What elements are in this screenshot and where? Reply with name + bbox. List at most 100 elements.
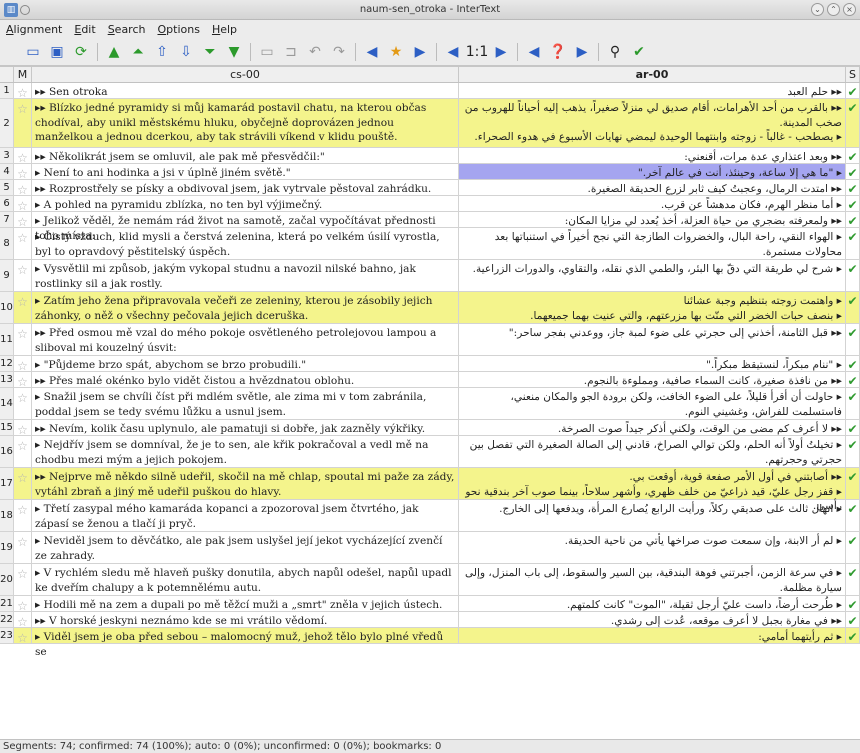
- table-row[interactable]: 5 ☆ ▸▸ Rozprostřely se písky a obdivoval j…: [0, 180, 860, 197]
- cs-cell[interactable]: ▸ Viděl jsem je oba před sebou – malomoc…: [32, 628, 459, 658]
- ar-cell[interactable]: ▸▸ أصابتني في أول الأمر صفعة قوية، أوقعت…: [459, 468, 846, 512]
- table-row[interactable]: 21 ☆ ▸ Hodili mě na zem a dupali po mě těž…: [0, 596, 860, 613]
- bookmark-star-icon[interactable]: ☆: [14, 596, 32, 613]
- cs-cell[interactable]: ▸ Čistý vzduch, klid mysli a čerstvá zel…: [32, 228, 459, 259]
- bookmark-star-icon[interactable]: ☆: [14, 564, 32, 595]
- shift-up-icon[interactable]: ⇧: [151, 41, 173, 63]
- confirmed-check-icon[interactable]: ✔: [846, 180, 860, 196]
- ar-cell[interactable]: ▸ أما منظر الهرم، فكان مدهشاً عن قرب.: [459, 196, 846, 211]
- cs-cell[interactable]: ▸ Nejdřív jsem se domníval, že je to sen…: [32, 436, 459, 467]
- edit-text-icon[interactable]: ▭: [256, 41, 278, 63]
- ar-cell[interactable]: ▸ طُرحت أرضاً، داست عليّ أرجل ثقيلة، "ال…: [459, 596, 846, 611]
- bookmark-star-icon[interactable]: ★: [385, 41, 407, 63]
- column-cs-header[interactable]: cs-00: [32, 67, 459, 82]
- confirmed-check-icon[interactable]: ✔: [846, 148, 860, 164]
- table-row[interactable]: 7 ☆ ▸ Jelikož věděl, že nemám rád život na…: [0, 212, 860, 242]
- maximize-icon[interactable]: ⌃: [827, 3, 840, 16]
- cs-cell[interactable]: ▸▸ Před osmou mě vzal do mého pokoje osv…: [32, 324, 459, 355]
- bookmark-star-icon[interactable]: ☆: [14, 164, 32, 181]
- non-1to1-icon[interactable]: 1:1: [466, 41, 489, 63]
- bookmark-star-icon[interactable]: ☆: [14, 148, 32, 165]
- view-mode-icon[interactable]: ▭: [22, 41, 44, 63]
- confirmed-check-icon[interactable]: ✔: [846, 372, 860, 388]
- table-row[interactable]: 6 ☆ ▸ A pohled na pyramidu zblízka, no ten…: [0, 196, 860, 213]
- cs-cell[interactable]: ▸ Vysvětlil mi způsob, jakým vykopal stu…: [32, 260, 459, 291]
- confirmed-check-icon[interactable]: ✔: [846, 228, 860, 259]
- cs-cell[interactable]: ▸▸ V horské jeskyni neznámo kde se mi vr…: [32, 612, 459, 627]
- bookmark-star-icon[interactable]: ☆: [14, 420, 32, 437]
- bookmark-star-icon[interactable]: ☆: [14, 372, 32, 389]
- bookmark-star-icon[interactable]: ☆: [14, 212, 32, 229]
- bookmark-star-icon[interactable]: ☆: [14, 196, 32, 213]
- confirmed-check-icon[interactable]: ✔: [846, 420, 860, 436]
- prev-non-1to1-icon[interactable]: ◀: [442, 41, 464, 63]
- bookmark-star-icon[interactable]: ☆: [14, 388, 32, 419]
- ar-cell[interactable]: ▸▸ قبل الثامنة، أخذني إلى حجرتي على ضوء …: [459, 324, 846, 355]
- save-icon[interactable]: ▣: [46, 41, 68, 63]
- table-row[interactable]: 2 ☆ ▸▸ Blízko jedné pyramidy si můj kamará…: [0, 99, 860, 148]
- confirmed-check-icon[interactable]: ✔: [846, 388, 860, 419]
- window-menu-icon[interactable]: [20, 5, 30, 15]
- ar-cell[interactable]: ▸ "ننام مبكراً، لنستيقظ مبكراً.": [459, 356, 846, 371]
- next-unconfirmed-icon[interactable]: ▶: [571, 41, 593, 63]
- bookmark-star-icon[interactable]: ☆: [14, 180, 32, 197]
- cs-cell[interactable]: ▸ Jelikož věděl, že nemám rád život na s…: [32, 212, 459, 242]
- menu-search[interactable]: Search: [108, 23, 146, 36]
- confirmed-check-icon[interactable]: ✔: [846, 468, 860, 499]
- bookmark-star-icon[interactable]: ☆: [14, 500, 32, 531]
- bookmark-star-icon[interactable]: ☆: [14, 83, 32, 100]
- table-row[interactable]: 16 ☆ ▸ Nejdřív jsem se domníval, že je to …: [0, 436, 860, 468]
- cs-cell[interactable]: ▸ Není to ani hodinka a jsi v úplně jiné…: [32, 164, 459, 179]
- confirmed-check-icon[interactable]: ✔: [846, 212, 860, 228]
- table-row[interactable]: 4 ☆ ▸ Není to ani hodinka a jsi v úplně ji…: [0, 164, 860, 181]
- cs-cell[interactable]: ▸▸ Nevím, kolik času uplynulo, ale pamat…: [32, 420, 459, 435]
- table-row[interactable]: 19 ☆ ▸ Neviděl jsem to děvčátko, ale pak j…: [0, 532, 860, 564]
- confirmed-check-icon[interactable]: ✔: [846, 196, 860, 212]
- confirmed-check-icon[interactable]: ✔: [846, 564, 860, 595]
- confirmed-check-icon[interactable]: ✔: [846, 292, 860, 323]
- cs-cell[interactable]: ▸ "Půjdeme brzo spát, abychom se brzo pr…: [32, 356, 459, 371]
- table-row[interactable]: 9 ☆ ▸ Vysvětlil mi způsob, jakým vykopal s…: [0, 260, 860, 292]
- table-row[interactable]: 12 ☆ ▸ "Půjdeme brzo spát, abychom se brzo…: [0, 356, 860, 373]
- bookmark-star-icon[interactable]: ☆: [14, 612, 32, 629]
- cs-cell[interactable]: ▸ Neviděl jsem to děvčátko, ale pak jsem…: [32, 532, 459, 563]
- table-row[interactable]: 20 ☆ ▸ V rychlém sledu mě hlaveň pušky don…: [0, 564, 860, 596]
- shift-down-icon[interactable]: ⇩: [175, 41, 197, 63]
- ar-cell[interactable]: ▸ انهال ثالث على صديقي ركلاً، ورأيت الرا…: [459, 500, 846, 531]
- next-non-1to1-icon[interactable]: ▶: [490, 41, 512, 63]
- bookmark-star-icon[interactable]: ☆: [14, 228, 32, 259]
- menu-edit[interactable]: Edit: [74, 23, 95, 36]
- table-row[interactable]: 23 ☆ ▸ Viděl jsem je oba před sebou – malo…: [0, 628, 860, 658]
- move-down-icon[interactable]: ▼: [223, 41, 245, 63]
- ar-cell[interactable]: ▸ حاولت أن أقرأ قليلاً، على الضوء الخافت…: [459, 388, 846, 419]
- ar-cell[interactable]: ▸ ثم رأيتهما أمامي:: [459, 628, 846, 643]
- bookmark-star-icon[interactable]: ☆: [14, 324, 32, 355]
- menu-help[interactable]: Help: [212, 23, 237, 36]
- split-icon[interactable]: ⊐: [280, 41, 302, 63]
- ar-cell[interactable]: ▸ الهواء النقي، راحة البال، والخضروات ال…: [459, 228, 846, 259]
- table-row[interactable]: 15 ☆ ▸▸ Nevím, kolik času uplynulo, ale pa…: [0, 420, 860, 437]
- undo-icon[interactable]: ↶: [304, 41, 326, 63]
- minimize-icon[interactable]: ⌄: [811, 3, 824, 16]
- confirmed-check-icon[interactable]: ✔: [846, 99, 860, 147]
- cs-cell[interactable]: ▸ A pohled na pyramidu zblízka, no ten b…: [32, 196, 459, 211]
- table-row[interactable]: 17 ☆ ▸▸ Nejprve mě někdo silně udeřil, sko…: [0, 468, 860, 512]
- bookmark-star-icon[interactable]: ☆: [14, 260, 32, 291]
- cs-cell[interactable]: ▸▸ Sen otroka: [32, 83, 459, 98]
- table-row[interactable]: 14 ☆ ▸ Snažil jsem se chvíli číst při mdlé…: [0, 388, 860, 420]
- cs-cell[interactable]: ▸▸ Přes malé okénko bylo vidět čistou a …: [32, 372, 459, 387]
- confirmed-check-icon[interactable]: ✔: [846, 83, 860, 99]
- confirmed-check-icon[interactable]: ✔: [846, 436, 860, 467]
- column-status-header[interactable]: S: [846, 67, 860, 82]
- ar-cell[interactable]: ▸ في سرعة الزمن، أجبرتني فوهة البندقية، …: [459, 564, 846, 595]
- cs-cell[interactable]: ▸ Snažil jsem se chvíli číst při mdlém s…: [32, 388, 459, 419]
- redo-icon[interactable]: ↷: [328, 41, 350, 63]
- confirmed-check-icon[interactable]: ✔: [846, 596, 860, 612]
- confirmed-check-icon[interactable]: ✔: [846, 612, 860, 628]
- bookmark-star-icon[interactable]: ☆: [14, 628, 32, 645]
- reload-icon[interactable]: ⟳: [70, 41, 92, 63]
- ar-cell[interactable]: ▸▸ بالقرب من أحد الأهرامات، أقام صديق لي…: [459, 99, 846, 147]
- column-ar-header[interactable]: ar-00: [459, 67, 846, 82]
- column-mark-header[interactable]: M: [14, 67, 32, 82]
- ar-cell[interactable]: ▸▸ امتدت الرمال، وعجبتُ كيف ثابر لزرع ال…: [459, 180, 846, 195]
